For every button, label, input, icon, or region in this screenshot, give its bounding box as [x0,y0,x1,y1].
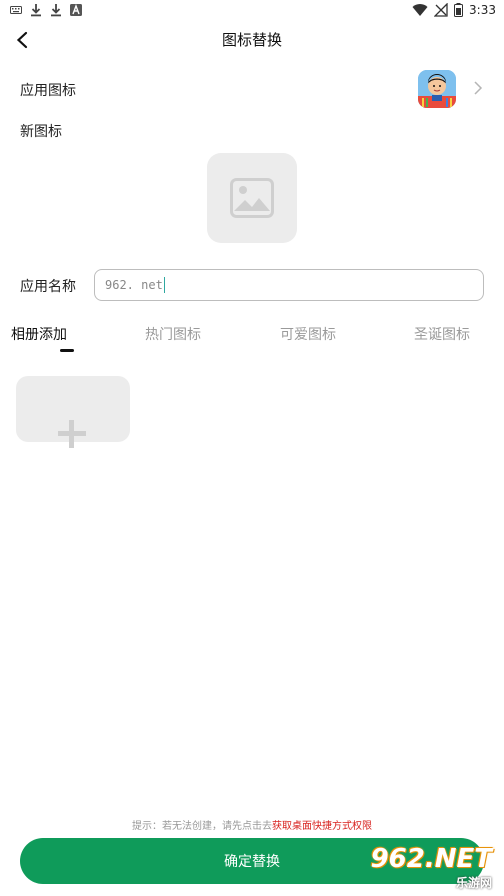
permission-link[interactable]: 获取桌面快捷方式权限 [272,821,372,832]
download-icon [51,4,61,17]
app-name-input[interactable]: 962. net [94,269,484,301]
status-right-icons: 3:33 [412,3,496,17]
permission-hint: 提示：若无法创建，请先点击去获取桌面快捷方式权限 [0,817,504,832]
tab-christmas-icons[interactable]: 圣诞图标 [414,324,470,344]
image-placeholder-icon [230,178,274,218]
current-app-icon[interactable] [418,70,456,108]
keyboard-icon [10,6,22,14]
chevron-right-icon[interactable] [470,80,486,96]
new-icon-label: 新图标 [20,124,62,140]
header: 图标替换 [0,24,504,56]
active-tab-indicator [60,349,74,352]
watermark-logo: 962.NET 乐游网 [364,844,492,892]
page-title: 图标替换 [221,31,282,49]
watermark-sub: 乐游网 [455,876,492,890]
download-icon [31,4,41,17]
cartoon-boy-icon [418,70,456,108]
status-bar: 3:33 [0,0,504,22]
tab-album-add[interactable]: 相册添加 [11,324,67,344]
status-time: 3:33 [469,3,496,17]
status-left-icons [10,3,82,17]
wifi-icon [412,4,428,17]
tab-cute-icons[interactable]: 可爱图标 [280,324,336,344]
text-caret [163,277,165,293]
battery-icon [454,3,464,17]
app-name-label: 应用名称 [20,279,76,295]
plus-icon [58,420,86,448]
tab-popular-icons[interactable]: 热门图标 [145,324,201,344]
no-signal-icon [434,3,448,17]
a-icon [70,4,82,16]
hint-text: 提示：若无法创建，请先点击去 [132,821,272,832]
app-name-value: 962. net [105,278,163,292]
icon-source-tabs: 相册添加 热门图标 可爱图标 圣诞图标 [0,324,504,358]
app-icon-label: 应用图标 [20,83,76,99]
new-icon-preview[interactable] [207,153,297,243]
watermark-main: 962.NET [370,844,492,874]
